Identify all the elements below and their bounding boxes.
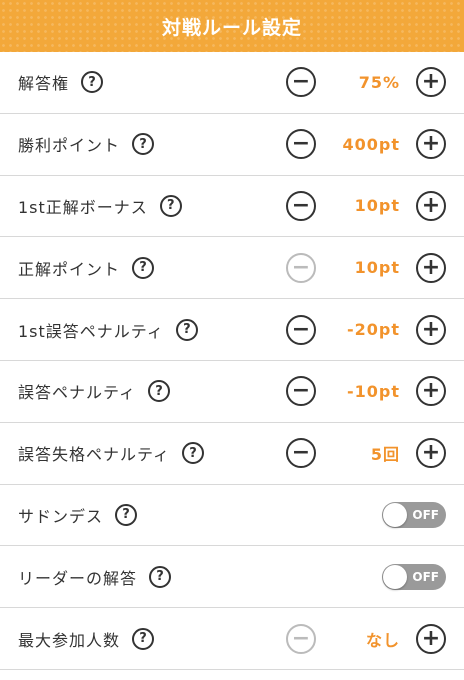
toggle-state: OFF <box>412 569 439 584</box>
help-icon[interactable]: ? <box>159 194 182 217</box>
increment-button[interactable]: + <box>416 252 446 283</box>
setting-row-wrong-penalty: 誤答ペナルティ ? − -10pt + <box>0 361 464 423</box>
setting-label: 勝利ポイント <box>18 136 121 156</box>
help-icon[interactable]: ? <box>182 442 205 465</box>
setting-label: 最大参加人数 <box>18 630 121 650</box>
help-icon[interactable]: ? <box>81 71 104 94</box>
setting-label: 正解ポイント <box>18 259 121 279</box>
setting-row-max-participants: 最大参加人数 ? − なし + <box>0 608 464 670</box>
decrement-button[interactable]: − <box>286 438 316 469</box>
decrement-button[interactable]: − <box>286 129 316 160</box>
setting-label: 誤答失格ペナルティ <box>18 445 171 465</box>
decrement-button[interactable]: − <box>286 314 316 345</box>
sudden-death-toggle[interactable]: OFF <box>382 501 446 528</box>
setting-label: サドンデス <box>18 506 104 526</box>
leader-answer-toggle[interactable]: OFF <box>382 563 446 590</box>
help-icon[interactable]: ? <box>148 380 171 403</box>
setting-value: なし <box>365 630 400 650</box>
decrement-button[interactable]: − <box>286 376 316 407</box>
help-icon[interactable]: ? <box>132 133 155 156</box>
setting-row-wrong-disqualify: 誤答失格ペナルティ ? − 5回 + <box>0 423 464 485</box>
setting-value: 10pt <box>354 258 400 278</box>
increment-button[interactable]: + <box>416 190 446 221</box>
setting-label: 1st誤答ペナルティ <box>18 321 164 341</box>
toggle-state: OFF <box>412 507 439 522</box>
setting-label: 1st正解ボーナス <box>18 197 148 217</box>
setting-value: 400pt <box>342 134 400 154</box>
setting-row-win-points: 勝利ポイント ? − 400pt + <box>0 114 464 176</box>
header-bar: 対戦ルール設定 <box>0 0 464 52</box>
help-icon[interactable]: ? <box>132 256 155 279</box>
setting-value: 75% <box>358 72 400 92</box>
decrement-button[interactable]: − <box>286 67 316 98</box>
setting-row-answer-right: 解答権 ? − 75% + <box>0 52 464 114</box>
setting-value: -10pt <box>346 381 400 401</box>
help-icon[interactable]: ? <box>115 503 138 526</box>
toggle-knob <box>383 564 407 589</box>
setting-row-sudden-death: サドンデス ? OFF <box>0 485 464 547</box>
toggle-knob <box>383 502 407 527</box>
setting-value: -20pt <box>346 320 400 340</box>
page-title: 対戦ルール設定 <box>161 16 302 39</box>
setting-row-first-wrong-penalty: 1st誤答ペナルティ ? − -20pt + <box>0 299 464 361</box>
setting-value: 5回 <box>370 445 400 465</box>
setting-label: 誤答ペナルティ <box>18 383 137 403</box>
setting-label: 解答権 <box>18 74 70 94</box>
help-icon[interactable]: ? <box>175 318 198 341</box>
increment-button[interactable]: + <box>416 67 446 98</box>
increment-button[interactable]: + <box>416 623 446 654</box>
settings-list: 解答権 ? − 75% + 勝利ポイント ? − 400pt + 1st正解ボー… <box>0 52 464 670</box>
help-icon[interactable]: ? <box>149 565 172 588</box>
decrement-button[interactable]: − <box>286 190 316 221</box>
increment-button[interactable]: + <box>416 314 446 345</box>
setting-row-first-correct-bonus: 1st正解ボーナス ? − 10pt + <box>0 176 464 238</box>
decrement-button-disabled: − <box>286 252 316 283</box>
decrement-button-disabled: − <box>286 623 316 654</box>
help-icon[interactable]: ? <box>132 627 155 650</box>
setting-label: リーダーの解答 <box>18 568 138 588</box>
increment-button[interactable]: + <box>416 438 446 469</box>
setting-row-correct-points: 正解ポイント ? − 10pt + <box>0 237 464 300</box>
setting-row-leader-answer: リーダーの解答 ? OFF <box>0 546 464 609</box>
increment-button[interactable]: + <box>416 129 446 160</box>
increment-button[interactable]: + <box>416 376 446 407</box>
setting-value: 10pt <box>354 196 400 216</box>
